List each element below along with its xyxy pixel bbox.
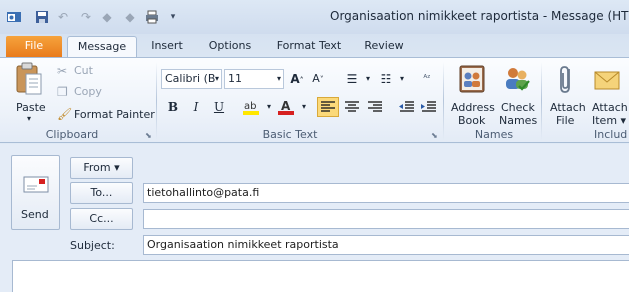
highlight-icon[interactable]: ab (242, 98, 260, 116)
outlook-icon[interactable] (6, 9, 22, 25)
check-names-label-2: Names (499, 114, 538, 127)
address-book-button[interactable]: Address Book (450, 62, 495, 127)
decrease-indent-icon (399, 101, 414, 112)
grow-font-icon[interactable]: A˄ (288, 70, 306, 88)
check-names-label-1: Check (501, 101, 535, 114)
font-size-dropdown-icon[interactable]: ▾ (277, 70, 281, 88)
group-divider (443, 62, 444, 140)
undo-icon[interactable]: ↶ (55, 9, 71, 25)
font-name-dropdown-icon[interactable]: ▾ (215, 70, 219, 88)
cut-label: Cut (74, 64, 93, 77)
attach-file-button[interactable]: Attach File (546, 62, 586, 127)
scissors-icon: ✂ (57, 64, 68, 78)
cc-field[interactable] (143, 209, 629, 229)
clipboard-launcher-icon[interactable]: ⬊ (145, 131, 152, 140)
numbering-dropdown-icon[interactable]: ▾ (393, 70, 411, 88)
align-right-icon (368, 101, 382, 112)
attach-file-label-1: Attach (550, 101, 586, 114)
font-color-dropdown-icon[interactable]: ▾ (295, 98, 313, 116)
paste-button[interactable]: Paste ▾ (14, 62, 48, 124)
font-size-value: 11 (228, 72, 242, 85)
align-left-icon (321, 101, 335, 112)
window-title: Organisaation nimikkeet raportista - Mes… (330, 9, 629, 23)
attach-item-label-2: Item ▾ (592, 114, 627, 127)
highlight-dropdown-icon[interactable]: ▾ (260, 98, 278, 116)
tab-format-text[interactable]: Format Text (272, 36, 346, 58)
send-envelope-icon (23, 176, 49, 193)
up-arrow-icon[interactable]: ◆ (99, 9, 115, 25)
increase-indent-button[interactable] (419, 98, 439, 119)
send-label: Send (21, 208, 49, 221)
increase-indent-icon (421, 101, 436, 112)
message-body[interactable] (12, 260, 629, 292)
address-book-label-2: Book (458, 114, 486, 127)
address-book-icon (459, 65, 485, 93)
align-right-button[interactable] (365, 98, 385, 119)
redo-icon[interactable]: ↷ (78, 9, 94, 25)
svg-text:ab: ab (244, 101, 256, 112)
attach-item-button[interactable]: Attach Item ▾ (588, 62, 629, 127)
print-icon[interactable] (144, 9, 160, 25)
envelope-icon (594, 71, 620, 90)
tab-insert[interactable]: Insert (146, 36, 188, 58)
align-left-button[interactable] (317, 97, 339, 117)
compose-area: Send From ▾ To... tietohallinto@pata.fi … (0, 144, 629, 292)
bold-button[interactable]: B (164, 98, 182, 116)
attach-item-label-1: Attach (592, 101, 628, 114)
subject-label: Subject: (70, 239, 115, 252)
ribbon-tabs: File Message Insert Options Format Text … (0, 34, 629, 59)
decrease-indent-button[interactable] (397, 98, 417, 119)
shrink-font-icon[interactable]: A˅ (309, 70, 327, 88)
underline-button[interactable]: U (210, 98, 228, 116)
title-bar: ↶ ↷ ◆ ◆ ▾ Organisaation nimikkeet raport… (0, 0, 629, 34)
send-button[interactable]: Send (11, 155, 60, 230)
down-arrow-icon[interactable]: ◆ (122, 9, 138, 25)
paste-icon (16, 62, 42, 95)
paste-dropdown-icon[interactable]: ▾ (27, 114, 31, 123)
tab-message[interactable]: Message (67, 36, 137, 59)
from-button[interactable]: From ▾ (70, 157, 133, 179)
basic-text-group-label: Basic Text (262, 128, 318, 141)
ribbon: Paste ▾ ✂ Cut ❐ Copy 🖌 Format Painter Cl… (0, 57, 629, 143)
italic-button[interactable]: I (187, 98, 205, 116)
names-group-label: Names (474, 128, 514, 141)
cc-button[interactable]: Cc... (70, 208, 133, 230)
format-painter-label: Format Painter (74, 108, 155, 121)
align-center-icon (345, 101, 359, 112)
to-button[interactable]: To... (70, 182, 133, 204)
font-size-combo[interactable]: 11 ▾ (224, 69, 284, 89)
clipboard-group-label: Clipboard (45, 128, 99, 141)
group-divider (156, 62, 157, 140)
check-names-button[interactable]: Check Names (497, 62, 538, 127)
check-names-icon (506, 68, 530, 91)
paperclip-icon (560, 66, 570, 93)
attach-file-label-2: File (556, 114, 575, 127)
align-center-button[interactable] (342, 98, 362, 119)
customize-quick-access-icon[interactable]: ▾ (165, 9, 181, 25)
address-book-label-1: Address (451, 101, 495, 114)
bullets-dropdown-icon[interactable]: ▾ (359, 70, 377, 88)
copy-label: Copy (74, 85, 102, 98)
group-divider (541, 62, 542, 140)
tab-review[interactable]: Review (360, 36, 408, 58)
tab-file[interactable]: File (6, 36, 62, 58)
font-name-value: Calibri (B (165, 72, 216, 85)
include-group-label: Includ (594, 128, 628, 141)
subject-field[interactable]: Organisaation nimikkeet raportista (143, 235, 629, 255)
font-color-icon[interactable]: A (277, 98, 295, 116)
to-field[interactable]: tietohallinto@pata.fi (143, 183, 629, 203)
paintbrush-icon: 🖌 (57, 107, 73, 121)
tab-options[interactable]: Options (204, 36, 256, 58)
basic-text-launcher-icon[interactable]: ⬊ (431, 131, 438, 140)
styles-icon[interactable]: ᴬᶻ (418, 70, 436, 88)
font-name-combo[interactable]: Calibri (B ▾ (161, 69, 222, 89)
copy-icon: ❐ (57, 85, 68, 99)
svg-text:A: A (281, 99, 291, 113)
save-icon[interactable] (34, 9, 50, 25)
paste-label: Paste (16, 101, 46, 114)
